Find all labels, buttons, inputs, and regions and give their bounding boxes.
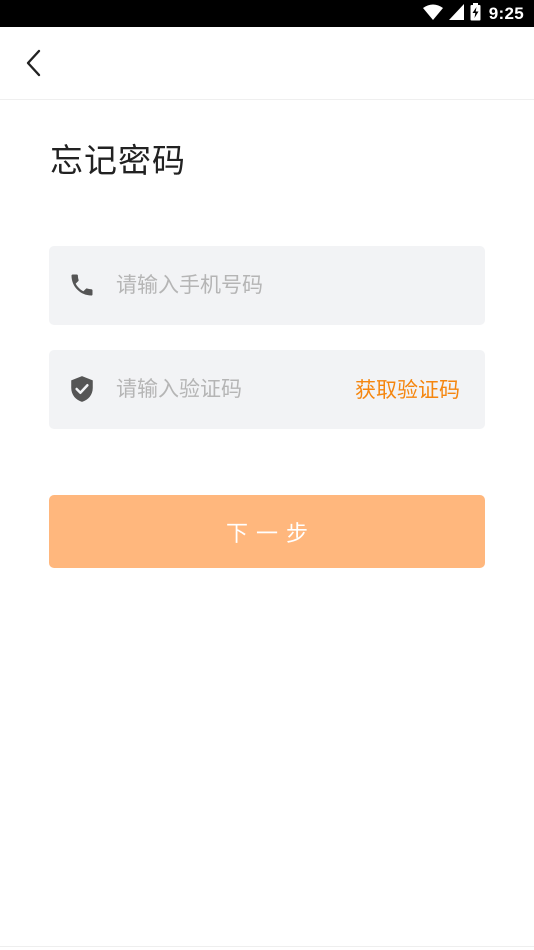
phone-field [49,246,485,325]
cell-signal-icon [448,3,464,24]
nav-bar [0,27,534,100]
status-icons: 9:25 [422,0,524,27]
bottom-divider [0,946,534,947]
chevron-left-icon [25,49,43,81]
shield-check-icon [68,375,96,403]
battery-charging-icon [470,2,481,25]
status-time: 9:25 [488,3,524,23]
status-bar: 9:25 [0,0,534,27]
get-code-button[interactable]: 获取验证码 [355,374,460,404]
verification-code-input[interactable] [116,369,326,409]
phone-icon [68,271,96,299]
next-button[interactable]: 下一步 [49,495,485,568]
wifi-icon [422,4,443,24]
verification-code-field: 获取验证码 [49,350,485,429]
page-title: 忘记密码 [50,141,186,180]
phone-input[interactable] [116,265,456,305]
back-button[interactable] [14,45,54,85]
